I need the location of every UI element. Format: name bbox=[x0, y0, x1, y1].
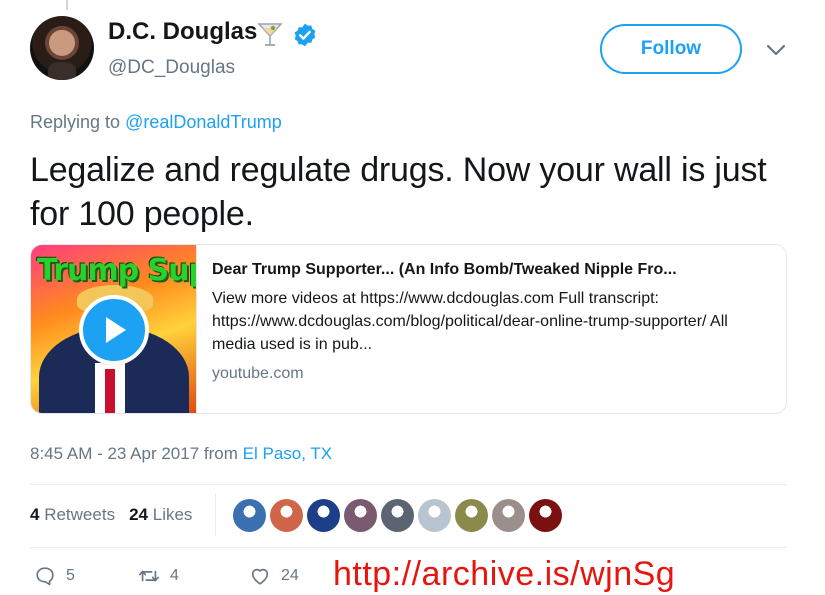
liker-avatar-1[interactable] bbox=[233, 499, 266, 532]
liker-avatar-4[interactable] bbox=[344, 499, 377, 532]
from-label: from bbox=[203, 444, 238, 463]
replying-to-label: Replying to bbox=[30, 112, 121, 132]
tweet-actions: 5 4 24 bbox=[30, 565, 330, 591]
location-link[interactable]: El Paso, TX bbox=[243, 444, 332, 463]
card-description: View more videos at https://www.dcdougla… bbox=[212, 290, 728, 353]
replying-to-line: Replying to @realDonaldTrump bbox=[30, 112, 282, 133]
thumbnail-title-text: Trump Suppo bbox=[37, 253, 196, 288]
follow-button[interactable]: Follow bbox=[600, 24, 742, 74]
likes-count: 24 bbox=[129, 505, 148, 524]
retweet-count: 4 bbox=[170, 567, 179, 584]
liker-avatar-5[interactable] bbox=[381, 499, 414, 532]
heart-icon bbox=[251, 568, 269, 585]
retweets-stat[interactable]: 4 Retweets bbox=[30, 505, 115, 525]
author-avatar[interactable] bbox=[30, 16, 94, 80]
reply-target-link[interactable]: @realDonaldTrump bbox=[125, 112, 282, 132]
author-handle[interactable]: @DC_Douglas bbox=[108, 57, 235, 79]
reply-action[interactable]: 5 bbox=[34, 565, 75, 587]
link-preview-card[interactable]: Trump Suppo Dear Trump Supporter... (An … bbox=[30, 244, 787, 414]
author-display-name[interactable]: D.C. Douglas bbox=[108, 18, 257, 46]
tweet-metadata: 8:45 AM - 23 Apr 2017 from El Paso, TX bbox=[30, 444, 332, 464]
card-title[interactable]: Dear Trump Supporter... (An Info Bomb/Tw… bbox=[212, 261, 772, 279]
liker-avatar-2[interactable] bbox=[270, 499, 303, 532]
engagement-stats: 4 Retweets 24 Likes bbox=[30, 505, 192, 525]
divider-bottom bbox=[30, 547, 787, 548]
liker-avatar-7[interactable] bbox=[455, 499, 488, 532]
stats-separator bbox=[215, 494, 216, 536]
retweets-label: Retweets bbox=[44, 505, 116, 524]
like-action[interactable]: 24 bbox=[249, 565, 299, 587]
video-thumbnail[interactable]: Trump Suppo bbox=[31, 245, 197, 413]
liker-avatar-9[interactable] bbox=[529, 499, 562, 532]
liker-avatar-3[interactable] bbox=[307, 499, 340, 532]
card-domain: youtube.com bbox=[212, 365, 304, 382]
liker-avatars bbox=[233, 499, 562, 532]
reply-count: 5 bbox=[66, 567, 75, 584]
likes-stat[interactable]: 24 Likes bbox=[129, 505, 192, 525]
thread-connector-line bbox=[66, 0, 68, 10]
tweet-text: Legalize and regulate drugs. Now your wa… bbox=[30, 151, 767, 233]
verified-badge-icon bbox=[294, 23, 316, 47]
card-body: Dear Trump Supporter... (An Info Bomb/Tw… bbox=[197, 245, 786, 413]
cocktail-glass-icon bbox=[257, 23, 283, 46]
liker-avatar-8[interactable] bbox=[492, 499, 525, 532]
like-count: 24 bbox=[281, 567, 299, 584]
retweets-count: 4 bbox=[30, 505, 40, 524]
chevron-down-icon[interactable] bbox=[765, 42, 787, 58]
tweet-timestamp[interactable]: 8:45 AM - 23 Apr 2017 bbox=[30, 444, 199, 463]
liker-avatar-6[interactable] bbox=[418, 499, 451, 532]
likes-label: Likes bbox=[152, 505, 193, 524]
play-icon[interactable] bbox=[79, 295, 149, 365]
retweet-icon bbox=[139, 570, 159, 582]
reply-icon bbox=[36, 567, 54, 586]
archive-url-watermark: http://archive.is/wjnSg bbox=[333, 555, 676, 593]
thumbnail-figure-tie bbox=[105, 369, 115, 413]
divider-top bbox=[30, 484, 787, 485]
retweet-action[interactable]: 4 bbox=[138, 565, 179, 587]
